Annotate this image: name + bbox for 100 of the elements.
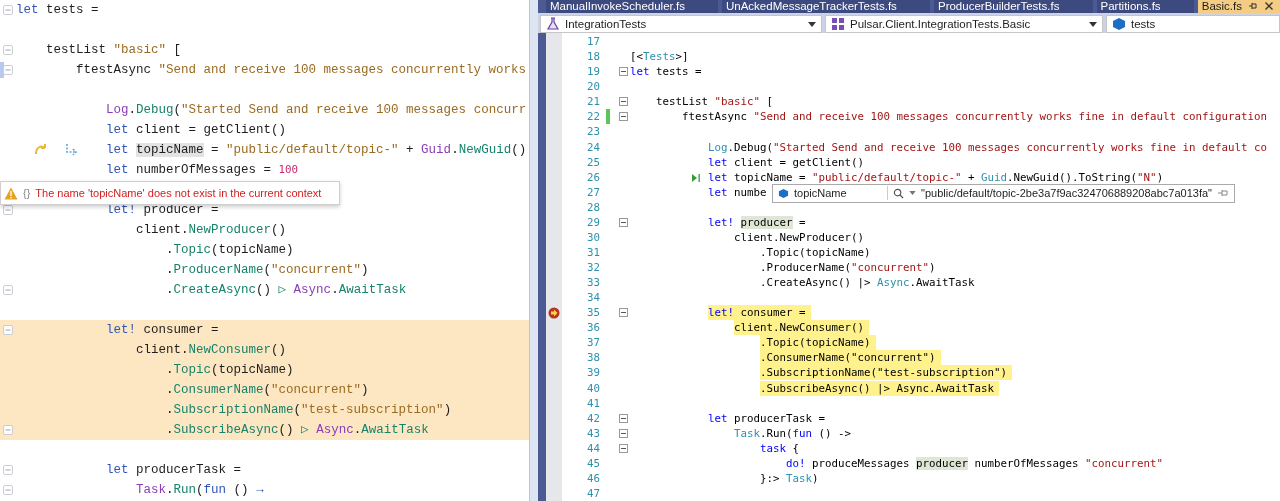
line-number: 31	[586, 245, 600, 259]
code-line: let producerTask =	[106, 462, 242, 479]
code-line: Log.Debug("Started Send and receive 100 messages concurrently works fine in default co	[708, 139, 1269, 155]
code-line: let tests =	[630, 64, 703, 80]
code-line: let producerTask =	[708, 410, 827, 426]
code-line: ftestAsync "Send and receive 100 messages concurrently works fine in default configuration	[682, 109, 1269, 125]
run-to-click-icon[interactable]	[691, 172, 701, 183]
code-line: client.NewProducer()	[136, 222, 287, 239]
code-line: let topicName = "public/default/topic-" + Guid.NewGuid()	[106, 142, 527, 159]
file-tab[interactable]: Basic.fs	[1197, 0, 1280, 13]
code-line: .ProducerName("concurrent")	[760, 260, 937, 276]
line-number: 36	[586, 321, 600, 335]
line-number: 28	[586, 200, 600, 214]
code-line: Task.Run(fun () →	[136, 482, 264, 499]
close-icon[interactable]	[1264, 1, 1274, 12]
code-line: Log.Debug("Started Send and receive 100 messages concurr	[106, 102, 527, 119]
code-line: .Topic(topicName)	[166, 362, 294, 379]
fold-icon[interactable]	[618, 413, 628, 423]
pin-icon[interactable]	[1248, 1, 1258, 12]
line-number: 46	[586, 471, 600, 485]
line-number: 42	[586, 411, 600, 425]
fold-icon[interactable]	[618, 428, 628, 438]
code-line: .SubscriptionName("test-subscription")	[166, 402, 452, 419]
line-number: 34	[586, 291, 600, 305]
line-number: 32	[586, 261, 600, 275]
line-number: 39	[586, 366, 600, 380]
file-tab[interactable]: ManualInvokeScheduler.fs	[546, 0, 718, 13]
line-number: 17	[586, 35, 600, 49]
module-icon	[831, 17, 845, 31]
line-number: 38	[586, 351, 600, 365]
code-line: client.NewConsumer()	[136, 342, 287, 359]
fold-icon[interactable]	[618, 443, 628, 453]
fold-icon[interactable]	[618, 217, 628, 227]
line-number: 25	[586, 155, 600, 169]
flask-icon	[546, 17, 560, 31]
code-line: Task.Run(fun () ->	[734, 425, 853, 441]
line-number: 24	[586, 140, 600, 154]
code-line: [<Tests>]	[630, 49, 690, 65]
line-number: 20	[586, 80, 600, 94]
line-number: 18	[586, 50, 600, 64]
code-line: .ProducerName("concurrent")	[166, 262, 369, 279]
file-tab[interactable]: UnAckedMessageTrackerTests.fs	[722, 0, 930, 13]
code-line: testList "basic" [	[656, 94, 775, 110]
line-number: 44	[586, 441, 600, 455]
code-line: .Topic(topicName)	[166, 242, 294, 259]
variable-name: topicName	[794, 187, 848, 200]
line-number: 27	[586, 185, 600, 199]
code-line: .CreateAsync() |> Async.AwaitTask	[760, 275, 976, 291]
code-line: }:> Task)	[760, 470, 820, 486]
line-number: 21	[586, 95, 600, 109]
pin-icon[interactable]	[1217, 188, 1229, 199]
warning-icon	[4, 186, 18, 200]
navigation-dropdown[interactable]: Pulsar.Client.IntegrationTests.Basic	[825, 14, 1103, 34]
code-line: task {	[760, 440, 801, 456]
line-number: 33	[586, 276, 600, 290]
code-line: let tests =	[16, 2, 99, 19]
error-message: The name 'topicName' does not exist in the current context	[35, 187, 322, 199]
line-number: 26	[586, 170, 600, 184]
navigation-dropdown[interactable]: tests	[1106, 14, 1280, 34]
code-line: let! consumer =	[106, 322, 219, 339]
code-line: .ConsumerName("concurrent")	[166, 382, 369, 399]
fold-icon[interactable]	[618, 97, 628, 107]
code-line: let numbe	[708, 184, 768, 200]
cube-icon	[778, 187, 789, 199]
code-line: client.NewProducer()	[734, 229, 866, 245]
fold-icon[interactable]	[618, 112, 628, 122]
line-number: 23	[586, 125, 600, 139]
line-number: 35	[586, 306, 600, 320]
code-line: .Topic(topicName)	[760, 244, 872, 260]
line-number: 41	[586, 396, 600, 410]
file-tab[interactable]: ProducerBuilderTests.fs	[933, 0, 1093, 13]
line-number: 19	[586, 65, 600, 79]
file-tab[interactable]: Partitions.fs	[1096, 0, 1194, 13]
step-arrow-icon[interactable]	[64, 143, 78, 157]
search-icon[interactable]	[893, 187, 904, 199]
code-line: .SubscribeAsync() ▷ Async.AwaitTask	[166, 422, 429, 439]
line-number: 43	[586, 426, 600, 440]
fold-icon[interactable]	[618, 308, 628, 318]
code-line: let! producer =	[708, 214, 807, 230]
code-line: let topicName = "public/default/topic-" + Guid.NewGuid().ToString("N")	[708, 169, 1165, 185]
line-number: 30	[586, 230, 600, 244]
line-number: 37	[586, 336, 600, 350]
line-number: 45	[586, 456, 600, 470]
curved-arrow-icon[interactable]	[34, 143, 48, 157]
line-number: 47	[586, 486, 600, 500]
code-line: testList "basic" [	[46, 42, 182, 59]
fold-icon[interactable]	[618, 67, 628, 77]
navigation-dropdown[interactable]: IntegrationTests	[540, 14, 822, 34]
breakpoint-arrow-icon[interactable]	[548, 306, 560, 319]
code-line: ftestAsync "Send and receive 100 messages concurrently works	[76, 62, 527, 79]
line-number: 29	[586, 215, 600, 229]
code-line: .CreateAsync() ▷ Async.AwaitTask	[166, 282, 407, 299]
code-line: let client = getClient()	[106, 122, 287, 139]
code-line: let client = getClient()	[708, 154, 866, 170]
code-line: let numberOfMessages = 100	[106, 162, 299, 179]
variable-value: "public/default/topic-2be3a7f9ac324706889208abc7a013fa"	[921, 187, 1212, 200]
line-number: 40	[586, 381, 600, 395]
caret-icon[interactable]	[909, 191, 916, 196]
code-line: do! produceMessages producer numberOfMessages "concurrent"	[786, 455, 1165, 471]
line-number: 22	[586, 110, 600, 124]
